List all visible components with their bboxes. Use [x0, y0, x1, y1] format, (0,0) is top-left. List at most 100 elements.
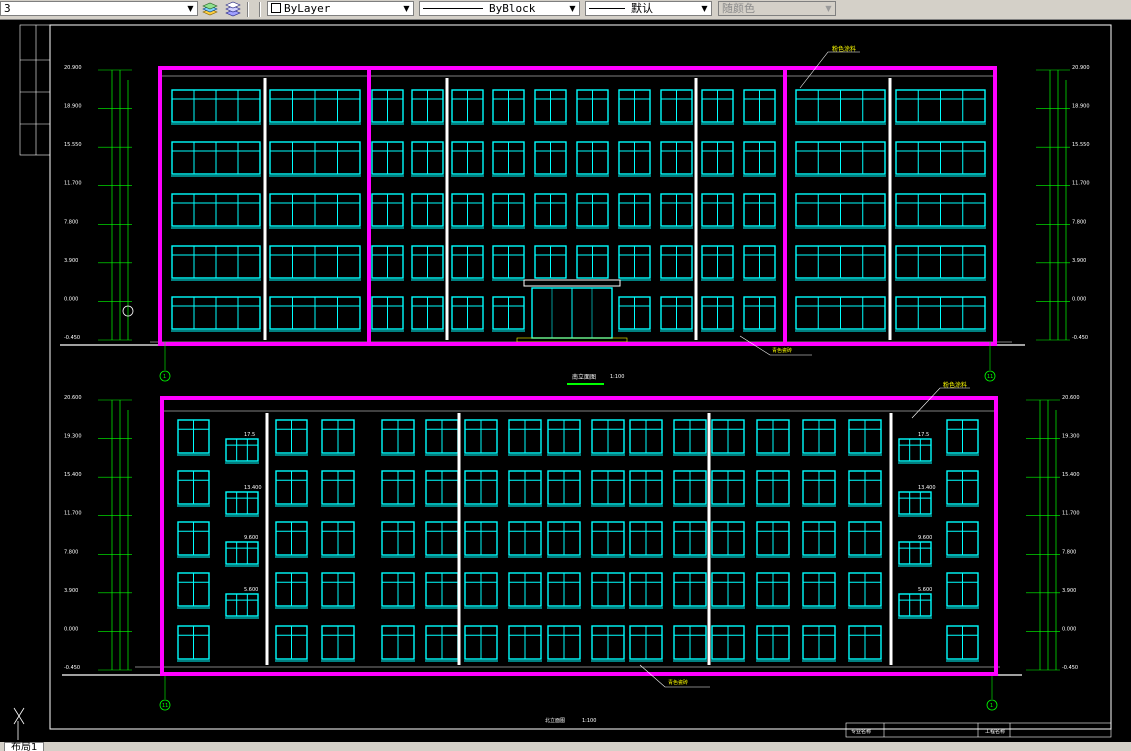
window [895, 141, 986, 177]
window [576, 245, 609, 281]
window [411, 89, 444, 125]
window [177, 521, 210, 558]
window [591, 470, 625, 507]
window [534, 193, 567, 229]
layer-dropdown[interactable]: 3 ▼ [0, 1, 198, 16]
layer-manager-icon[interactable] [200, 0, 220, 18]
drawing-canvas[interactable]: 20.900 18.900 15.550 11.700 7.800 3.900 0.000 -… [0, 20, 1131, 742]
window [802, 521, 836, 558]
tab-layout1[interactable]: 布局1 [4, 742, 45, 751]
window [848, 470, 882, 507]
window [711, 521, 745, 558]
elevation-label: -0.450 [64, 665, 80, 671]
window [795, 141, 886, 177]
chevron-down-icon: ▼ [403, 4, 410, 13]
chevron-down-icon: ▼ [825, 4, 832, 13]
window [547, 572, 581, 609]
window [321, 470, 355, 507]
rear-elevation: 17.5 17.5 13.400 13.400 9.600 9.600 5.600 5.600… [62, 395, 1080, 676]
window [275, 625, 308, 662]
elevation-label: -0.450 [1072, 335, 1088, 341]
layer-previous-icon[interactable] [222, 0, 242, 18]
window [743, 296, 776, 332]
window [591, 625, 625, 662]
window [451, 89, 484, 125]
window [629, 572, 663, 609]
elevation-label: 0.000 [64, 626, 78, 632]
front-elevation-title: 南立面图 [572, 373, 596, 381]
window [618, 245, 651, 281]
window [756, 625, 790, 662]
axis-marker: 11 [159, 676, 171, 711]
dimension-column: 20.900 18.900 15.550 11.700 7.800 3.900 0.000 -… [64, 65, 132, 341]
elevation-label: 15.400 [1062, 472, 1080, 478]
window [711, 419, 745, 456]
window [743, 193, 776, 229]
axis-marker: 1 [986, 676, 998, 711]
linetype-dropdown-value: ByBlock [489, 2, 536, 15]
window [898, 541, 932, 567]
window [591, 419, 625, 456]
material-label: 青色瓷砖 [668, 679, 688, 686]
window [946, 470, 979, 507]
window [275, 470, 308, 507]
elevation-label: 3.900 [1072, 258, 1086, 264]
window [321, 572, 355, 609]
toolbar-separator [259, 2, 261, 17]
window [946, 521, 979, 558]
elevation-label: 15.400 [64, 472, 82, 478]
elevation-label: 20.600 [1062, 395, 1080, 401]
window [534, 141, 567, 177]
window [673, 625, 707, 662]
window [371, 141, 404, 177]
window [618, 193, 651, 229]
window [171, 296, 261, 332]
landing-elevation-label: 17.5 [244, 432, 255, 438]
window [756, 419, 790, 456]
window [895, 296, 986, 332]
window [673, 470, 707, 507]
landing-elevation-label: 17.5 [918, 432, 929, 438]
window [946, 419, 979, 456]
window [177, 625, 210, 662]
window [848, 625, 882, 662]
rear-elevation-title: 北立面图 [545, 717, 565, 724]
window [795, 245, 886, 281]
landing-elevation-label: 5.600 [244, 587, 258, 593]
elevation-label: -0.450 [1062, 665, 1078, 671]
window [508, 470, 542, 507]
window [171, 89, 261, 125]
window [576, 89, 609, 125]
window [660, 193, 693, 229]
window [534, 89, 567, 125]
window [848, 521, 882, 558]
elevation-label: 18.900 [64, 104, 82, 110]
elevation-label: 19.300 [1062, 434, 1080, 440]
window [848, 419, 882, 456]
window [848, 572, 882, 609]
window [451, 296, 484, 332]
landing-elevation-label: 13.400 [918, 485, 936, 491]
window [425, 521, 459, 558]
line-sample-icon [423, 8, 483, 9]
window [381, 419, 415, 456]
window [660, 141, 693, 177]
properties-toolbar: 3 ▼ ByLayer ▼ ByBlock ▼ 默认 ▼ 随颜色 ▼ [0, 0, 1131, 20]
lineweight-dropdown[interactable]: 默认 ▼ [585, 1, 712, 16]
window [508, 521, 542, 558]
elevation-label: 3.900 [1062, 588, 1076, 594]
window [576, 141, 609, 177]
lineweight-dropdown-value: 默认 [631, 2, 653, 15]
window [492, 89, 525, 125]
linetype-dropdown[interactable]: ByBlock ▼ [419, 1, 580, 16]
line-sample-icon [589, 8, 625, 9]
dimension-column: 20.600 19.300 15.400 11.700 7.800 3.900 0.000 -… [64, 395, 132, 671]
title-block: 专业名称 工程名称 [845, 722, 1112, 738]
color-dropdown[interactable]: ByLayer ▼ [267, 1, 414, 16]
window [547, 625, 581, 662]
elevation-label: 11.700 [64, 181, 82, 187]
window [381, 572, 415, 609]
window [756, 521, 790, 558]
window [795, 296, 886, 332]
elevation-label: 11.700 [1072, 181, 1090, 187]
